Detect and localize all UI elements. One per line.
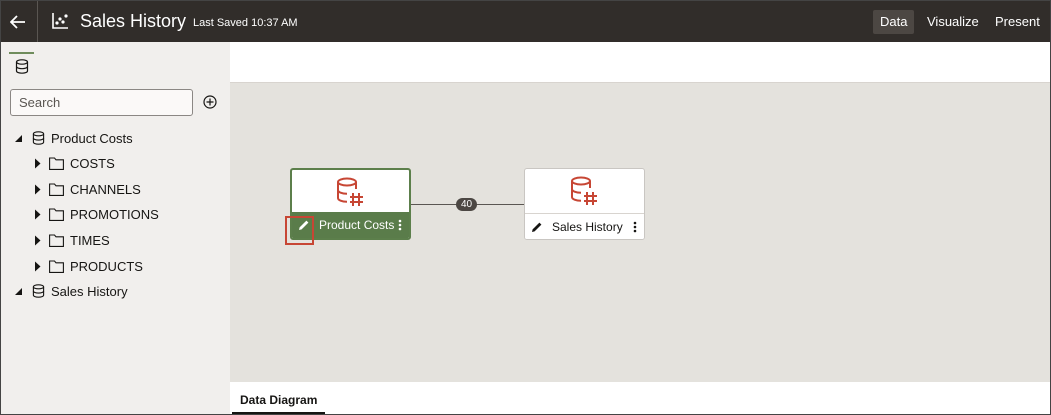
data-panel: Search Product Costs COSTS CHANNELS PROM…	[1, 42, 230, 414]
tree-item-label: CHANNELS	[70, 181, 141, 197]
workbook-title: Sales History	[80, 11, 187, 31]
pencil-icon[interactable]	[295, 216, 313, 234]
database-icon	[32, 131, 45, 145]
tree-item-sales-history[interactable]: Sales History	[13, 281, 128, 301]
caret-collapsed-icon[interactable]	[32, 158, 42, 168]
tree-item-costs[interactable]: COSTS	[32, 153, 115, 173]
folder-icon	[49, 207, 64, 221]
kebab-menu-icon[interactable]	[395, 216, 405, 234]
add-circle-icon[interactable]	[203, 95, 217, 109]
tab-data-diagram[interactable]: Data Diagram	[232, 388, 326, 414]
nav-data-button[interactable]: Data	[873, 10, 915, 34]
tree-item-label: TIMES	[70, 232, 110, 248]
tree-item-channels[interactable]: CHANNELS	[32, 179, 141, 199]
join-count-badge[interactable]: 40	[456, 198, 477, 211]
pencil-icon[interactable]	[528, 218, 546, 236]
tree-item-products[interactable]: PRODUCTS	[32, 256, 143, 276]
caret-expanded-icon[interactable]	[13, 133, 23, 143]
folder-icon	[49, 182, 64, 196]
kebab-menu-icon[interactable]	[630, 218, 640, 236]
database-hash-icon	[570, 176, 597, 205]
database-icon	[15, 58, 28, 74]
tree-item-label: Sales History	[51, 283, 128, 299]
top-header: Sales History Last Saved 10:37 AM Data V…	[1, 1, 1050, 42]
tree-item-times[interactable]: TIMES	[32, 230, 110, 250]
dataset-node-label: Sales History	[552, 219, 623, 234]
back-button[interactable]	[1, 1, 35, 42]
dataset-node-icon-area	[292, 176, 409, 210]
folder-icon	[49, 156, 64, 170]
database-icon	[32, 284, 45, 298]
nav-visualize-button[interactable]: Visualize	[920, 10, 986, 34]
last-saved-status: Last Saved 10:37 AM	[193, 17, 298, 29]
dataset-node-sales-history[interactable]: Sales History	[524, 168, 645, 240]
tree-item-label: COSTS	[70, 155, 115, 171]
arrow-left-icon	[10, 14, 25, 29]
tree-item-label: PRODUCTS	[70, 258, 143, 274]
tree-item-promotions[interactable]: PROMOTIONS	[32, 204, 159, 224]
database-hash-icon	[336, 177, 363, 206]
caret-collapsed-icon[interactable]	[32, 209, 42, 219]
caret-collapsed-icon[interactable]	[32, 184, 42, 194]
data-panel-tab[interactable]	[9, 52, 34, 78]
dataset-node-product-costs[interactable]: Product Costs	[290, 168, 411, 240]
dataset-node-bar: Sales History	[525, 213, 644, 239]
workbook-chart-icon	[52, 13, 68, 29]
dataset-node-icon-area	[525, 175, 644, 209]
folder-icon	[49, 259, 64, 273]
dataset-node-bar: Product Costs	[292, 212, 409, 238]
caret-collapsed-icon[interactable]	[32, 235, 42, 245]
nav-present-button[interactable]: Present	[988, 10, 1047, 34]
diagram-toolbar-strip	[230, 42, 1050, 83]
tree-item-product-costs[interactable]: Product Costs	[13, 128, 133, 148]
tree-item-label: Product Costs	[51, 130, 133, 146]
bottom-tab-bar: Data Diagram	[230, 382, 1050, 414]
dataset-node-label: Product Costs	[319, 218, 395, 232]
header-divider	[37, 1, 38, 42]
search-input[interactable]: Search	[10, 89, 193, 116]
tree-item-label: PROMOTIONS	[70, 206, 159, 222]
caret-collapsed-icon[interactable]	[32, 261, 42, 271]
folder-icon	[49, 233, 64, 247]
app-window: Sales History Last Saved 10:37 AM Data V…	[0, 0, 1051, 415]
caret-expanded-icon[interactable]	[13, 286, 23, 296]
